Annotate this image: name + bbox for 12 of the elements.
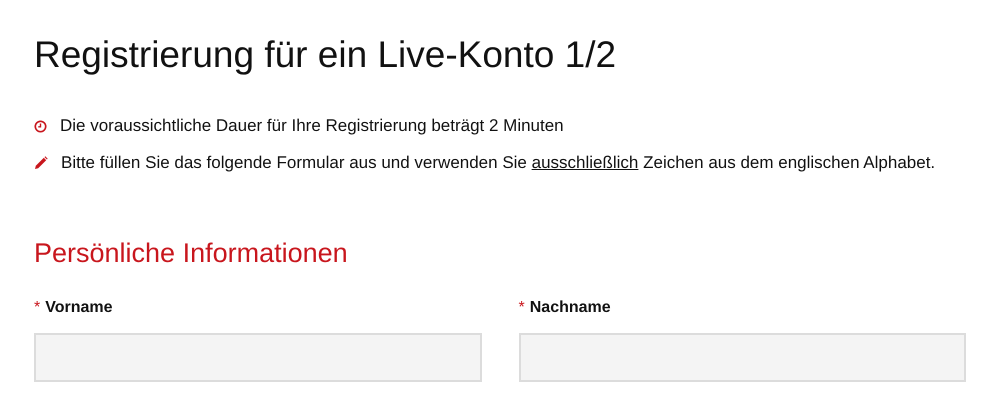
field-label: Nachname (530, 298, 611, 318)
pencil-icon (34, 156, 48, 170)
field-label: Vorname (45, 298, 113, 318)
info-text: Die voraussichtliche Dauer für Ihre Registrierung beträgt 2 Minuten (60, 116, 564, 136)
page-title: Registrierung für ein Live-Konto 1/2 (34, 34, 616, 76)
section-title: Persönliche Informationen (34, 237, 348, 270)
input-field[interactable] (34, 333, 482, 382)
clock-icon (34, 120, 47, 132)
info-text: Bitte füllen Sie das folgende Formular aus und verwenden Sie ausschließlich Zeichen aus dem englischen Alphabet. (61, 153, 936, 173)
required-mark: * (518, 298, 525, 318)
input-field[interactable] (518, 333, 966, 382)
required-mark: * (34, 298, 40, 318)
